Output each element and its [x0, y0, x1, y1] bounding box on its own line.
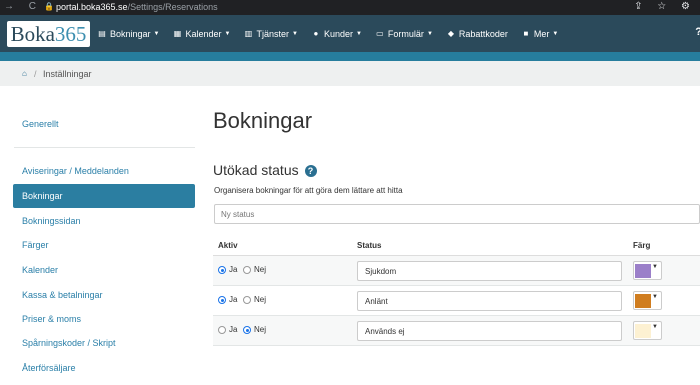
services-icon: ▥	[244, 29, 253, 38]
table-row: Ja Nej ▼	[213, 316, 700, 346]
tag-icon: ◆	[447, 29, 454, 38]
section-title-text: Utökad status	[213, 162, 299, 178]
caret-down-icon: ▼	[652, 324, 658, 330]
sidebar-item-aterforsaljare[interactable]: Återförsäljare	[22, 363, 76, 373]
help-icon[interactable]: ?	[695, 26, 700, 38]
menu-item-label: Kalender	[185, 28, 222, 39]
menu-item-label: Formulär	[387, 28, 424, 39]
caret-down-icon: ▼	[355, 30, 362, 37]
users-icon: ●	[313, 29, 319, 38]
app-header: Boka365 ▤ Bokningar ▼ ▦ Kalender ▼ ▥ Tjänster ▼ ●…	[0, 15, 700, 52]
sidebar-item-farger[interactable]: Färger	[22, 240, 49, 250]
breadcrumb: ⌂ / Inställningar	[0, 61, 700, 86]
caret-down-icon: ▼	[552, 30, 559, 37]
active-no-label: Nej	[254, 295, 267, 304]
active-yes-radio[interactable]	[218, 266, 226, 274]
sidebar-divider	[14, 147, 195, 148]
lock-icon: 🔒	[44, 2, 54, 11]
main-content: Bokningar Utökad status ? Organisera bok…	[213, 86, 700, 385]
page-title: Bokningar	[213, 108, 313, 133]
sidebar-item-kalender[interactable]: Kalender	[22, 265, 58, 275]
menu-item-kalender[interactable]: ▦ Kalender ▼	[172, 28, 231, 39]
active-no-radio[interactable]	[243, 296, 251, 304]
menu-item-label: Rabattkoder	[458, 28, 508, 39]
menu-item-label: Mer	[533, 28, 550, 39]
menu-item-tj-nster[interactable]: ▥ Tjänster ▼	[243, 28, 298, 39]
breadcrumb-current: Inställningar	[43, 69, 92, 79]
calendar-list-icon: ▤	[98, 29, 106, 38]
header-accent-bar	[0, 52, 700, 61]
active-yes-radio[interactable]	[218, 326, 226, 334]
menu-item-formul-r[interactable]: ▭ Formulär ▼	[375, 29, 433, 39]
status-name-input[interactable]	[357, 261, 622, 281]
url-domain: portal.boka365.se	[56, 2, 128, 12]
section-description: Organisera bokningar för att göra dem lä…	[214, 186, 403, 195]
sidebar-item-label: Bokningar	[22, 191, 63, 201]
brand-logo[interactable]: Boka365	[7, 21, 90, 47]
column-header-color: Färg	[633, 241, 651, 250]
active-no-label: Nej	[254, 265, 267, 274]
sidebar-item-bokningssidan[interactable]: Bokningssidan	[22, 216, 81, 226]
sidebar-item-generellt[interactable]: Generellt	[22, 119, 59, 129]
form-icon: ▭	[376, 29, 384, 38]
color-picker[interactable]: ▼	[633, 321, 662, 340]
active-yes-label: Ja	[229, 265, 238, 274]
home-icon[interactable]: ⌂	[22, 69, 27, 78]
url-path: /Settings/Reservations	[127, 2, 218, 12]
calendar-icon: ▦	[173, 29, 182, 38]
menu-item-mer[interactable]: ■ Mer ▼	[521, 28, 559, 39]
sidebar-item-aviseringar[interactable]: Aviseringar / Meddelanden	[22, 166, 129, 176]
logo-text: Boka	[10, 22, 55, 46]
active-no-radio[interactable]	[243, 326, 251, 334]
sidebar-item-kassa[interactable]: Kassa & betalningar	[22, 290, 103, 300]
menu-item-kunder[interactable]: ● Kunder ▼	[311, 29, 362, 39]
folder-icon: ■	[523, 29, 529, 38]
color-swatch	[635, 294, 651, 308]
color-swatch	[635, 324, 651, 338]
menu-item-rabattkoder[interactable]: ◆ Rabattkoder	[446, 29, 508, 39]
active-yes-label: Ja	[229, 295, 238, 304]
table-row: Ja Nej ▼	[213, 256, 700, 286]
color-swatch	[635, 264, 651, 278]
color-picker[interactable]: ▼	[633, 261, 662, 280]
menu-item-label: Bokningar	[110, 28, 151, 39]
active-yes-label: Ja	[229, 325, 238, 334]
caret-down-icon: ▼	[291, 30, 298, 37]
caret-down-icon: ▼	[426, 30, 433, 37]
caret-down-icon: ▼	[153, 30, 160, 37]
browser-tools[interactable]: ⇪ ☆ ⚙	[634, 1, 696, 12]
menu-item-bokningar[interactable]: ▤ Bokningar ▼	[97, 29, 159, 39]
color-picker[interactable]: ▼	[633, 291, 662, 310]
logo-number: 365	[54, 22, 87, 46]
table-row: Ja Nej ▼	[213, 286, 700, 316]
browser-toolbar: → C 🔒 portal.boka365.se/Settings/Reserva…	[0, 0, 700, 15]
browser-nav-buttons[interactable]: → C	[4, 1, 42, 12]
caret-down-icon: ▼	[652, 264, 658, 270]
active-no-label: Nej	[254, 325, 267, 334]
address-bar[interactable]: portal.boka365.se/Settings/Reservations	[56, 2, 218, 12]
menu-item-label: Tjänster	[256, 28, 289, 39]
section-title: Utökad status ?	[213, 162, 317, 178]
status-name-input[interactable]	[357, 321, 622, 341]
breadcrumb-separator: /	[34, 69, 37, 79]
column-header-status: Status	[357, 241, 382, 250]
new-status-input[interactable]	[214, 204, 700, 224]
main-menu: ▤ Bokningar ▼ ▦ Kalender ▼ ▥ Tjänster ▼ ● Kunder ▼ ▭…	[97, 15, 571, 52]
caret-down-icon: ▼	[652, 294, 658, 300]
sidebar-item-bokningar[interactable]: Bokningar	[13, 184, 195, 208]
sidebar-item-sparningskoder[interactable]: Spårningskoder / Skript	[22, 338, 116, 348]
sidebar-item-priser[interactable]: Priser & moms	[22, 314, 81, 324]
menu-item-label: Kunder	[323, 28, 353, 39]
active-yes-radio[interactable]	[218, 296, 226, 304]
settings-sidebar: Generellt Aviseringar / Meddelanden Bokn…	[0, 86, 213, 385]
question-icon[interactable]: ?	[304, 165, 317, 177]
column-header-active: Aktiv	[218, 241, 238, 250]
status-name-input[interactable]	[357, 291, 622, 311]
caret-down-icon: ▼	[224, 30, 231, 37]
active-no-radio[interactable]	[243, 266, 251, 274]
